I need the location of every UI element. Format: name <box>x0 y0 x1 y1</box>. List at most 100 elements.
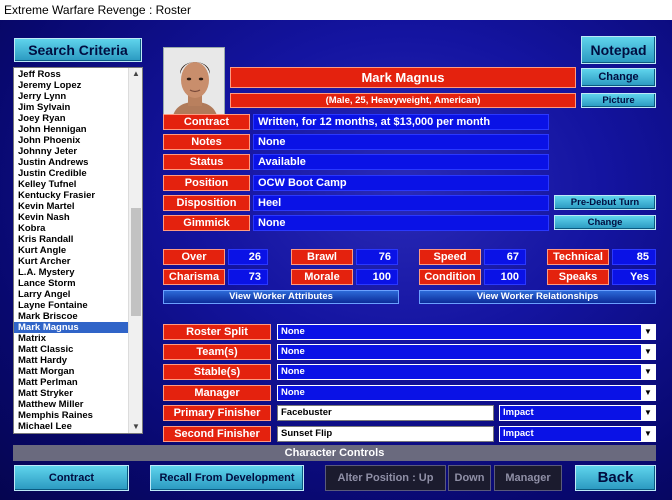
speaks-label: Speaks <box>547 269 609 285</box>
change-name-button[interactable]: Change <box>581 68 656 87</box>
scroll-down-icon[interactable]: ▼ <box>129 421 142 433</box>
stables-label: Stable(s) <box>163 364 271 380</box>
morale-value: 100 <box>356 269 398 285</box>
roster-list-item[interactable]: Kris Randall <box>14 234 128 245</box>
roster-list-items: Jeff Ross Jeremy Lopez Jerry Lynn Jim Sylva… <box>14 69 128 432</box>
stables-value: None <box>281 366 305 377</box>
back-button[interactable]: Back <box>575 465 656 491</box>
notepad-button[interactable]: Notepad <box>581 36 656 64</box>
worker-name: Mark Magnus <box>230 67 576 88</box>
primary-finisher-type-value: Impact <box>503 407 534 418</box>
roster-split-value: None <box>281 326 305 337</box>
search-criteria-button[interactable]: Search Criteria <box>14 38 142 62</box>
contract-label: Contract <box>163 114 250 130</box>
roster-list-item[interactable]: Kurt Angle <box>14 245 128 256</box>
charisma-label: Charisma <box>163 269 225 285</box>
chevron-down-icon[interactable]: ▼ <box>641 386 655 400</box>
disposition-label: Disposition <box>163 195 250 211</box>
speed-label: Speed <box>419 249 481 265</box>
second-finisher-input[interactable]: Sunset Flip <box>277 426 494 442</box>
primary-finisher-type-select[interactable]: Impact ▼ <box>499 405 656 421</box>
chevron-down-icon[interactable]: ▼ <box>641 345 655 359</box>
roster-list-item[interactable]: Layne Fontaine <box>14 300 128 311</box>
roster-split-label: Roster Split <box>163 324 271 340</box>
roster-list-item[interactable]: Kurt Archer <box>14 256 128 267</box>
roster-list-item[interactable]: Matthew Miller <box>14 399 128 410</box>
view-worker-relationships-button[interactable]: View Worker Relationships <box>419 290 656 304</box>
roster-list-item[interactable]: Mark Briscoe <box>14 311 128 322</box>
over-label: Over <box>163 249 225 265</box>
technical-label: Technical <box>547 249 609 265</box>
roster-scrollbar[interactable]: ▲ ▼ <box>128 68 142 433</box>
second-finisher-label: Second Finisher <box>163 426 271 442</box>
condition-label: Condition <box>419 269 481 285</box>
roster-list[interactable]: Jeff Ross Jeremy Lopez Jerry Lynn Jim Sylva… <box>13 67 143 434</box>
scroll-up-icon[interactable]: ▲ <box>129 68 142 80</box>
roster-list-item[interactable]: Kevin Nash <box>14 212 128 223</box>
worker-photo <box>163 47 225 119</box>
roster-list-item[interactable]: Matt Perlman <box>14 377 128 388</box>
notes-value: None <box>253 134 549 150</box>
primary-finisher-input[interactable]: Facebuster <box>277 405 494 421</box>
roster-list-item[interactable]: Jerry Lynn <box>14 91 128 102</box>
roster-list-item[interactable]: Kentucky Frasier <box>14 190 128 201</box>
roster-list-item[interactable]: Kelley Tufnel <box>14 179 128 190</box>
position-value: OCW Boot Camp <box>253 175 549 191</box>
roster-list-item[interactable]: Kevin Martel <box>14 201 128 212</box>
roster-list-item[interactable]: Matt Morgan <box>14 366 128 377</box>
roster-list-item[interactable]: Jim Sylvain <box>14 102 128 113</box>
roster-list-item[interactable]: Larry Angel <box>14 289 128 300</box>
roster-list-item[interactable]: Jeff Ross <box>14 69 128 80</box>
view-worker-attributes-button[interactable]: View Worker Attributes <box>163 290 399 304</box>
second-finisher-type-select[interactable]: Impact ▼ <box>499 426 656 442</box>
roster-list-item[interactable]: Matt Classic <box>14 344 128 355</box>
manager-button: Manager <box>494 465 562 491</box>
status-label: Status <box>163 154 250 170</box>
change-gimmick-button[interactable]: Change <box>554 215 656 230</box>
roster-list-item[interactable]: Lance Storm <box>14 278 128 289</box>
alter-position-up-button: Alter Position : Up <box>325 465 446 491</box>
roster-list-item[interactable]: Justin Credible <box>14 168 128 179</box>
chevron-down-icon[interactable]: ▼ <box>641 406 655 420</box>
scroll-thumb[interactable] <box>131 208 141 316</box>
disposition-value: Heel <box>253 195 549 211</box>
contract-button[interactable]: Contract <box>14 465 129 491</box>
speaks-value: Yes <box>612 269 656 285</box>
character-controls-header: Character Controls <box>13 445 656 461</box>
over-value: 26 <box>228 249 268 265</box>
teams-select[interactable]: None ▼ <box>277 344 656 360</box>
recall-from-development-button[interactable]: Recall From Development <box>150 465 304 491</box>
contract-value: Written, for 12 months, at $13,000 per m… <box>253 114 549 130</box>
roster-list-item[interactable]: L.A. Mystery <box>14 267 128 278</box>
down-button: Down <box>448 465 491 491</box>
chevron-down-icon[interactable]: ▼ <box>641 325 655 339</box>
picture-button[interactable]: Picture <box>581 93 656 108</box>
roster-list-item[interactable]: John Phoenix <box>14 135 128 146</box>
worker-summary: (Male, 25, Heavyweight, American) <box>230 93 576 108</box>
roster-list-item[interactable]: Michael Lee <box>14 421 128 432</box>
roster-list-item[interactable]: Kobra <box>14 223 128 234</box>
roster-list-item[interactable]: Jeremy Lopez <box>14 80 128 91</box>
gimmick-label: Gimmick <box>163 215 250 231</box>
stables-select[interactable]: None ▼ <box>277 364 656 380</box>
speed-value: 67 <box>484 249 526 265</box>
chevron-down-icon[interactable]: ▼ <box>641 427 655 441</box>
roster-list-item[interactable]: Matt Stryker <box>14 388 128 399</box>
technical-value: 85 <box>612 249 656 265</box>
status-value: Available <box>253 154 549 170</box>
roster-list-item[interactable]: Memphis Raines <box>14 410 128 421</box>
roster-list-item[interactable]: Matrix <box>14 333 128 344</box>
roster-list-item[interactable]: Justin Andrews <box>14 157 128 168</box>
roster-list-item[interactable]: Johnny Jeter <box>14 146 128 157</box>
window-title: Extreme Warfare Revenge : Roster <box>0 0 672 20</box>
roster-list-item[interactable]: John Hennigan <box>14 124 128 135</box>
roster-split-select[interactable]: None ▼ <box>277 324 656 340</box>
pre-debut-turn-button[interactable]: Pre-Debut Turn <box>554 195 656 210</box>
manager-select[interactable]: None ▼ <box>277 385 656 401</box>
condition-value: 100 <box>484 269 526 285</box>
chevron-down-icon[interactable]: ▼ <box>641 365 655 379</box>
primary-finisher-label: Primary Finisher <box>163 405 271 421</box>
roster-list-item[interactable]: Mark Magnus <box>14 322 128 333</box>
roster-list-item[interactable]: Matt Hardy <box>14 355 128 366</box>
roster-list-item[interactable]: Joey Ryan <box>14 113 128 124</box>
